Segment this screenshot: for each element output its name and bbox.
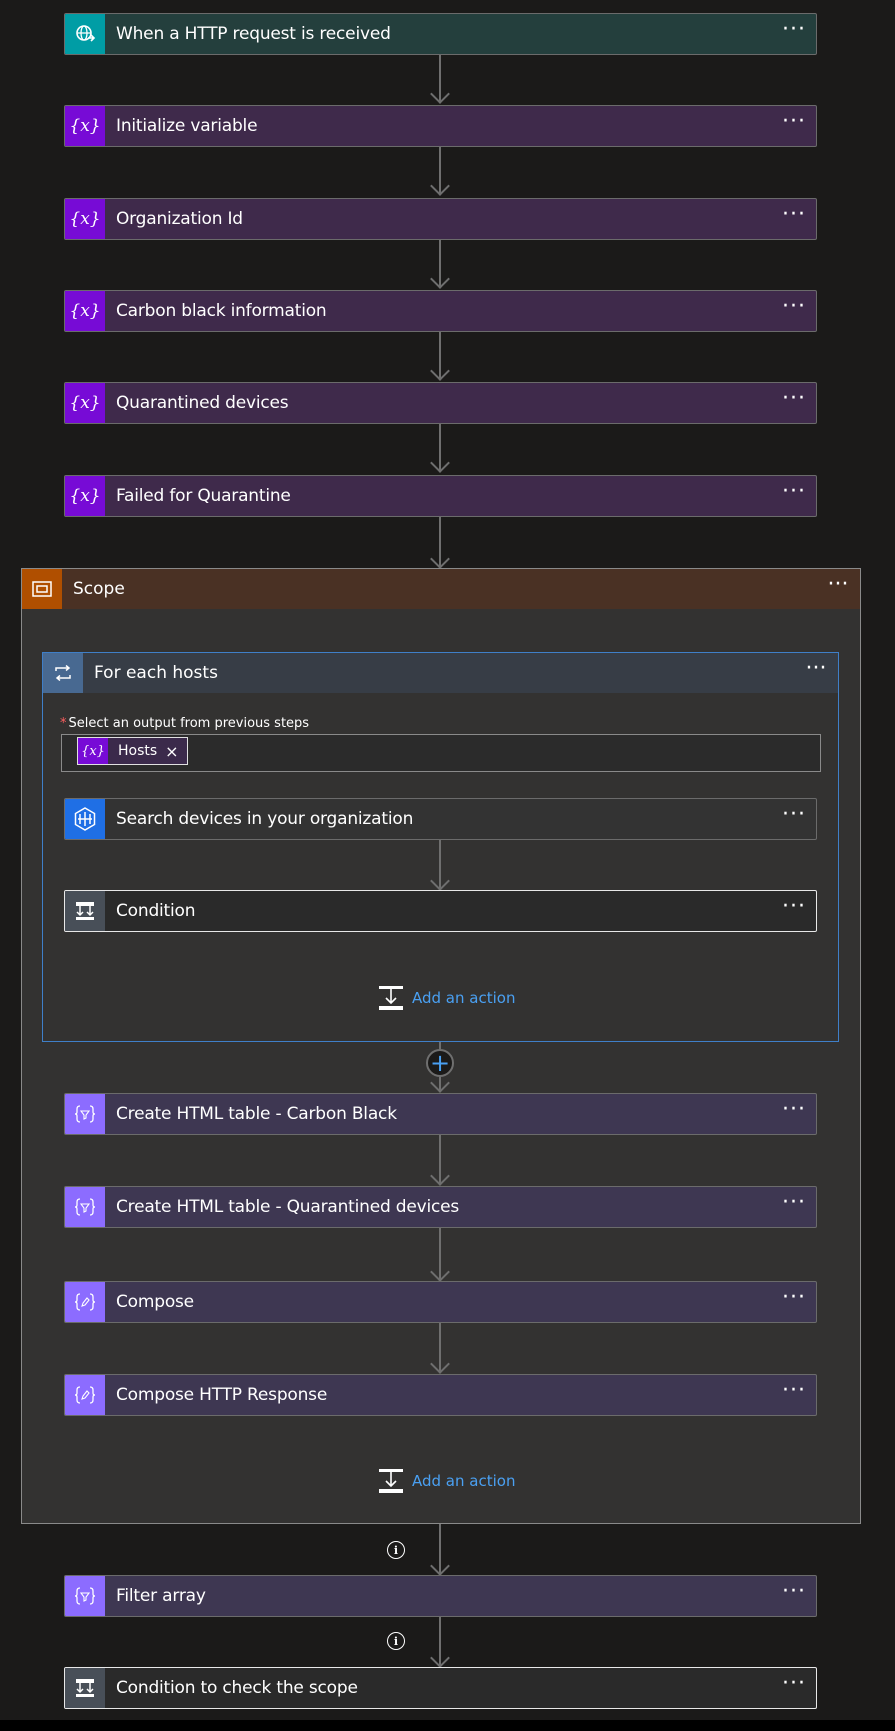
more-options-button[interactable]: ··· xyxy=(772,1192,816,1216)
add-action-label: Add an action xyxy=(412,989,516,1007)
add-action-icon xyxy=(379,986,403,1010)
more-options-button[interactable]: ··· xyxy=(772,896,816,920)
more-options-button[interactable]: ··· xyxy=(772,1581,816,1605)
for-each-title: For each hosts xyxy=(94,663,218,683)
variable-icon: {x} xyxy=(78,738,108,764)
step-title: Compose xyxy=(116,1292,194,1312)
data-operation-icon xyxy=(65,1094,105,1134)
step-card-search-devices[interactable]: Search devices in your organization ··· xyxy=(64,798,817,840)
select-output-label-text: Select an output from previous steps xyxy=(68,716,310,731)
globe-request-icon xyxy=(65,14,105,54)
more-options-button[interactable]: ··· xyxy=(816,574,860,598)
canvas-bottom-edge xyxy=(0,1720,895,1731)
step-title: Carbon black information xyxy=(116,301,327,321)
add-action-label: Add an action xyxy=(412,1472,516,1490)
info-icon[interactable]: i xyxy=(387,1632,405,1650)
connector-arrow xyxy=(430,549,450,569)
more-options-button[interactable]: ··· xyxy=(772,481,816,505)
step-title: When a HTTP request is received xyxy=(116,24,391,44)
for-each-header[interactable]: For each hosts ··· xyxy=(43,653,838,693)
more-options-button[interactable]: ··· xyxy=(772,204,816,228)
data-operation-icon xyxy=(65,1187,105,1227)
step-card-carbon-black-information[interactable]: {x} Carbon black information ··· xyxy=(64,290,817,332)
carbon-black-icon xyxy=(65,799,105,839)
step-card-http-trigger[interactable]: When a HTTP request is received ··· xyxy=(64,13,817,55)
select-output-input[interactable]: {x} Hosts × xyxy=(61,734,821,772)
more-options-button[interactable]: ··· xyxy=(772,1673,816,1697)
add-action-button[interactable]: Add an action xyxy=(378,985,515,1011)
step-card-html-table-carbon-black[interactable]: Create HTML table - Carbon Black ··· xyxy=(64,1093,817,1135)
select-output-label: * Select an output from previous steps xyxy=(60,716,309,731)
step-title: Failed for Quarantine xyxy=(116,486,291,506)
connector-arrow xyxy=(430,453,450,473)
compose-icon xyxy=(65,1375,105,1415)
scope-icon xyxy=(22,569,62,609)
loop-icon xyxy=(43,653,83,693)
more-options-button[interactable]: ··· xyxy=(772,111,816,135)
insert-step-button[interactable]: + xyxy=(426,1049,454,1077)
connector-arrow xyxy=(430,1648,450,1668)
step-card-compose[interactable]: Compose ··· xyxy=(64,1281,817,1323)
step-card-condition[interactable]: Condition ··· xyxy=(64,890,817,932)
step-title: Condition xyxy=(116,901,196,921)
step-card-failed-for-quarantine[interactable]: {x} Failed for Quarantine ··· xyxy=(64,475,817,517)
condition-icon xyxy=(65,891,105,931)
connector-arrow xyxy=(430,269,450,289)
required-marker: * xyxy=(60,716,67,731)
more-options-button[interactable]: ··· xyxy=(772,1099,816,1123)
filter-icon xyxy=(65,1576,105,1616)
connector-arrow xyxy=(430,176,450,196)
step-title: Compose HTTP Response xyxy=(116,1385,328,1405)
more-options-button[interactable]: ··· xyxy=(772,19,816,43)
step-title: Condition to check the scope xyxy=(116,1678,358,1698)
more-options-button[interactable]: ··· xyxy=(772,1380,816,1404)
condition-icon xyxy=(65,1668,105,1708)
step-title: Initialize variable xyxy=(116,116,258,136)
variable-icon: {x} xyxy=(65,291,105,331)
connector-arrow xyxy=(430,361,450,381)
more-options-button[interactable]: ··· xyxy=(772,388,816,412)
connector-arrow xyxy=(430,84,450,104)
variable-icon: {x} xyxy=(65,106,105,146)
compose-icon xyxy=(65,1282,105,1322)
scope-header[interactable]: Scope ··· xyxy=(22,569,860,609)
token-label: Hosts xyxy=(118,743,158,759)
connector-arrow xyxy=(430,1556,450,1576)
more-options-button[interactable]: ··· xyxy=(772,296,816,320)
step-card-quarantined-devices[interactable]: {x} Quarantined devices ··· xyxy=(64,382,817,424)
more-options-button[interactable]: ··· xyxy=(772,804,816,828)
variable-icon: {x} xyxy=(65,383,105,423)
step-title: Search devices in your organization xyxy=(116,809,414,829)
step-title: Create HTML table - Quarantined devices xyxy=(116,1197,460,1217)
add-action-button[interactable]: Add an action xyxy=(378,1468,515,1494)
variable-icon: {x} xyxy=(65,476,105,516)
hosts-token[interactable]: {x} Hosts × xyxy=(77,737,188,765)
remove-token-button[interactable]: × xyxy=(165,742,186,761)
step-card-filter-array[interactable]: Filter array ··· xyxy=(64,1575,817,1617)
step-title: Filter array xyxy=(116,1586,206,1606)
add-action-icon xyxy=(379,1469,403,1493)
more-options-button[interactable]: ··· xyxy=(772,1287,816,1311)
step-title: Organization Id xyxy=(116,209,243,229)
more-options-button[interactable]: ··· xyxy=(794,658,838,682)
step-card-html-table-quarantined[interactable]: Create HTML table - Quarantined devices … xyxy=(64,1186,817,1228)
step-title: Create HTML table - Carbon Black xyxy=(116,1104,397,1124)
info-icon[interactable]: i xyxy=(387,1541,405,1559)
step-card-condition-check-scope[interactable]: Condition to check the scope ··· xyxy=(64,1667,817,1709)
step-card-organization-id[interactable]: {x} Organization Id ··· xyxy=(64,198,817,240)
step-title: Quarantined devices xyxy=(116,393,289,413)
step-card-initialize-variable[interactable]: {x} Initialize variable ··· xyxy=(64,105,817,147)
scope-title: Scope xyxy=(73,579,125,599)
variable-icon: {x} xyxy=(65,199,105,239)
step-card-compose-http-response[interactable]: Compose HTTP Response ··· xyxy=(64,1374,817,1416)
